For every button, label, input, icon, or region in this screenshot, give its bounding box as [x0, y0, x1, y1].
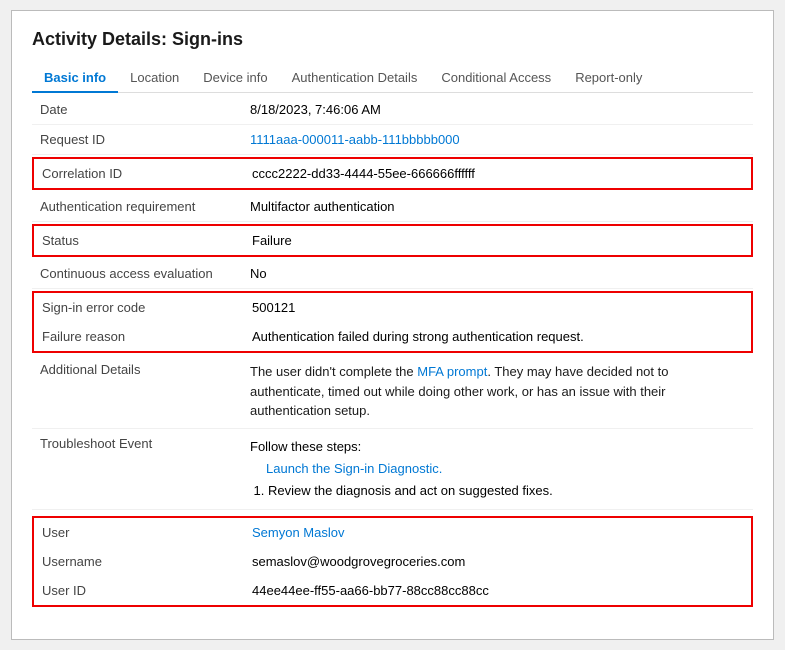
request-id-label: Request ID — [32, 125, 242, 155]
continuous-row: Continuous access evaluation No — [32, 259, 753, 289]
tab-report-only[interactable]: Report-only — [563, 64, 654, 93]
user-id-row: User ID 44ee44ee-ff55-aa66-bb77-88cc88cc… — [34, 576, 751, 605]
status-section: Status Failure — [32, 224, 753, 257]
content-area: Date 8/18/2023, 7:46:06 AM Request ID 11… — [32, 93, 753, 607]
troubleshoot-step-1: Review the diagnosis and act on suggeste… — [268, 480, 745, 502]
failure-reason-label: Failure reason — [34, 322, 244, 351]
troubleshoot-follow: Follow these steps: — [250, 436, 745, 458]
error-section: Sign-in error code 500121 Failure reason… — [32, 291, 753, 353]
date-row: Date 8/18/2023, 7:46:06 AM — [32, 95, 753, 125]
troubleshoot-table: Troubleshoot Event Follow these steps: L… — [32, 429, 753, 510]
date-value: 8/18/2023, 7:46:06 AM — [242, 95, 753, 125]
failure-reason-row: Failure reason Authentication failed dur… — [34, 322, 751, 351]
additional-details-table: Additional Details The user didn't compl… — [32, 355, 753, 429]
additional-details-row: Additional Details The user didn't compl… — [32, 355, 753, 428]
auth-req-value: Multifactor authentication — [242, 192, 753, 222]
tab-device-info[interactable]: Device info — [191, 64, 279, 93]
user-id-value: 44ee44ee-ff55-aa66-bb77-88cc88cc88cc — [244, 576, 751, 605]
troubleshoot-link[interactable]: Launch the Sign-in Diagnostic. — [266, 461, 442, 476]
user-link[interactable]: Semyon Maslov — [252, 525, 344, 540]
user-value: Semyon Maslov — [244, 518, 751, 547]
failure-reason-value: Authentication failed during strong auth… — [244, 322, 751, 351]
status-row: Status Failure — [34, 226, 751, 255]
continuous-value: No — [242, 259, 753, 289]
user-section: User Semyon Maslov Username semaslov@woo… — [32, 516, 753, 607]
tab-basic-info[interactable]: Basic info — [32, 64, 118, 93]
status-value: Failure — [244, 226, 751, 255]
correlation-id-value: cccc2222-dd33-4444-55ee-666666ffffff — [244, 159, 751, 188]
continuous-label: Continuous access evaluation — [32, 259, 242, 289]
continuous-table: Continuous access evaluation No — [32, 259, 753, 289]
troubleshoot-steps: Review the diagnosis and act on suggeste… — [250, 480, 745, 502]
auth-req-label: Authentication requirement — [32, 192, 242, 222]
auth-req-row: Authentication requirement Multifactor a… — [32, 192, 753, 222]
username-row: Username semaslov@woodgrovegroceries.com — [34, 547, 751, 576]
sign-in-error-value: 500121 — [244, 293, 751, 322]
username-label: Username — [34, 547, 244, 576]
tab-authentication-details[interactable]: Authentication Details — [280, 64, 430, 93]
sign-in-error-row: Sign-in error code 500121 — [34, 293, 751, 322]
request-id-row: Request ID 1111aaa-000011-aabb-111bbbbb0… — [32, 125, 753, 155]
troubleshoot-label: Troubleshoot Event — [32, 429, 242, 510]
user-id-label: User ID — [34, 576, 244, 605]
page-title: Activity Details: Sign-ins — [32, 29, 753, 50]
user-label: User — [34, 518, 244, 547]
correlation-id-row: Correlation ID cccc2222-dd33-4444-55ee-6… — [34, 159, 751, 188]
additional-details-label: Additional Details — [32, 355, 242, 428]
username-value: semaslov@woodgrovegroceries.com — [244, 547, 751, 576]
user-row: User Semyon Maslov — [34, 518, 751, 547]
auth-req-table: Authentication requirement Multifactor a… — [32, 192, 753, 222]
additional-details-value: The user didn't complete the MFA prompt.… — [242, 355, 753, 428]
date-label: Date — [32, 95, 242, 125]
correlation-id-label: Correlation ID — [34, 159, 244, 188]
troubleshoot-row: Troubleshoot Event Follow these steps: L… — [32, 429, 753, 510]
status-label: Status — [34, 226, 244, 255]
troubleshoot-value: Follow these steps: Launch the Sign-in D… — [242, 429, 753, 510]
date-row-table: Date 8/18/2023, 7:46:06 AM Request ID 11… — [32, 95, 753, 155]
tab-bar: Basic info Location Device info Authenti… — [32, 64, 753, 93]
request-id-value: 1111aaa-000011-aabb-111bbbbb000 — [242, 125, 753, 155]
tab-location[interactable]: Location — [118, 64, 191, 93]
window: Activity Details: Sign-ins Basic info Lo… — [11, 10, 774, 640]
correlation-id-section: Correlation ID cccc2222-dd33-4444-55ee-6… — [32, 157, 753, 190]
tab-conditional-access[interactable]: Conditional Access — [429, 64, 563, 93]
sign-in-error-label: Sign-in error code — [34, 293, 244, 322]
